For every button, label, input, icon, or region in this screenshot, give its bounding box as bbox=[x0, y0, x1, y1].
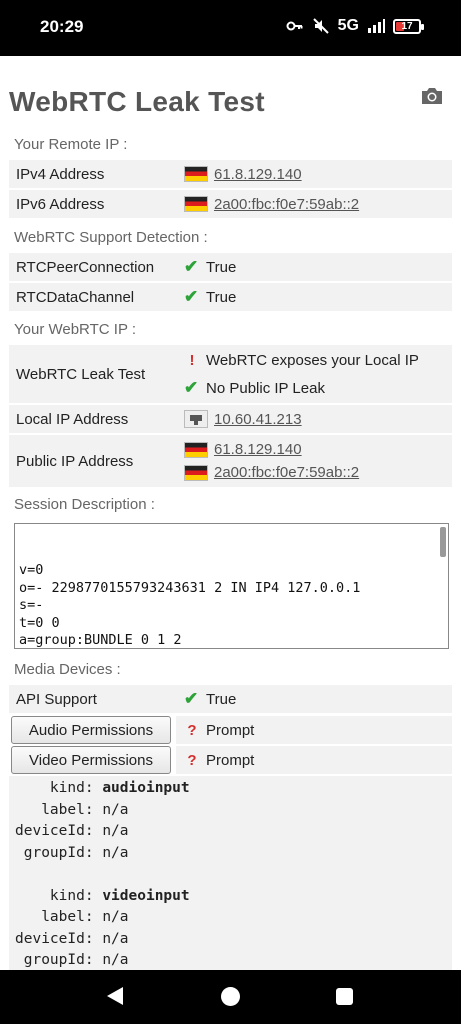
support-heading: WebRTC Support Detection : bbox=[14, 229, 208, 246]
media-heading: Media Devices : bbox=[14, 661, 121, 678]
video-permissions-button[interactable]: Video Permissions bbox=[11, 746, 171, 774]
ipv6-row: IPv6 Address 2a00:fbc:f0e7:59ab::2 bbox=[9, 190, 452, 218]
ipv4-link[interactable]: 61.8.129.140 bbox=[214, 166, 302, 183]
rtcdata-value-cell: ✔ True bbox=[176, 283, 452, 311]
device-label: n/a bbox=[102, 801, 129, 818]
public-ip-value-cell: 61.8.129.140 2a00:fbc:f0e7:59ab::2 bbox=[176, 435, 452, 487]
device-label-line: label: n/a bbox=[41, 909, 129, 925]
status-time: 20:29 bbox=[40, 17, 84, 36]
rtcdata-label: RTCDataChannel bbox=[9, 283, 173, 311]
ipv6-label: IPv6 Address bbox=[9, 190, 173, 218]
local-ip-row: Local IP Address 10.60.41.213 bbox=[9, 405, 452, 433]
video-permission-value: Prompt bbox=[206, 751, 255, 769]
video-permission-value-cell: ? Prompt bbox=[176, 746, 452, 774]
germany-flag-icon bbox=[184, 196, 208, 212]
navigation-bar bbox=[0, 970, 461, 1024]
home-icon[interactable] bbox=[221, 987, 240, 1006]
session-description-textarea[interactable]: v=0 o=- 2298770155793243631 2 IN IP4 127… bbox=[14, 523, 449, 649]
check-icon: ✔ bbox=[184, 257, 199, 276]
device-id-line: deviceId: n/a bbox=[15, 930, 129, 947]
leak-test-label: WebRTC Leak Test bbox=[9, 345, 173, 403]
ipv4-row: IPv4 Address 61.8.129.140 bbox=[9, 160, 452, 188]
signal-icon bbox=[368, 19, 385, 33]
ipv4-label: IPv4 Address bbox=[9, 160, 173, 188]
back-icon[interactable] bbox=[107, 987, 123, 1005]
device-kind: videoinput bbox=[102, 887, 190, 904]
camera-icon[interactable] bbox=[420, 86, 444, 106]
public-ip-row: Public IP Address 61.8.129.140 2a00:fbc:… bbox=[9, 435, 452, 487]
status-bar: 20:29 5G 17 bbox=[0, 0, 461, 56]
page-title: WebRTC Leak Test bbox=[9, 86, 265, 117]
warning-icon: ! bbox=[189, 351, 195, 369]
rtcpeer-value: True bbox=[206, 258, 237, 276]
rtcpeer-label: RTCPeerConnection bbox=[9, 253, 173, 281]
media-devices-list: kind: audioinput label: n/a deviceId: n/… bbox=[9, 776, 452, 970]
video-permission-row: Video Permissions ? Prompt bbox=[9, 746, 452, 774]
api-support-value-cell: ✔ True bbox=[176, 685, 452, 713]
check-icon: ✔ bbox=[184, 378, 199, 397]
public-ipv6-link[interactable]: 2a00:fbc:f0e7:59ab::2 bbox=[214, 464, 359, 481]
leak-test-value-cell: ! WebRTC exposes your Local IP ✔ No Public… bbox=[176, 345, 452, 403]
ipv6-value-cell: 2a00:fbc:f0e7:59ab::2 bbox=[176, 190, 452, 218]
audio-permission-value: Prompt bbox=[206, 721, 255, 739]
local-ip-label: Local IP Address bbox=[9, 405, 173, 433]
leak-test-row: WebRTC Leak Test ! WebRTC exposes your Lo… bbox=[9, 345, 452, 403]
network-type: 5G bbox=[337, 17, 359, 34]
device-group: n/a bbox=[102, 844, 129, 861]
api-support-value: True bbox=[206, 690, 237, 708]
rtcdata-value: True bbox=[206, 288, 237, 306]
rtcpeer-row: RTCPeerConnection ✔ True bbox=[9, 253, 452, 281]
question-icon: ? bbox=[187, 721, 197, 739]
device-id: n/a bbox=[102, 823, 129, 839]
device-kind: audioinput bbox=[102, 780, 190, 796]
device-label-line: label: n/a bbox=[41, 801, 129, 818]
remote-ip-heading: Your Remote IP : bbox=[14, 136, 128, 153]
public-ipv4-link[interactable]: 61.8.129.140 bbox=[214, 441, 302, 458]
audio-permission-row: Audio Permissions ? Prompt bbox=[9, 716, 452, 744]
session-heading: Session Description : bbox=[14, 496, 155, 513]
ipv6-link[interactable]: 2a00:fbc:f0e7:59ab::2 bbox=[214, 196, 359, 213]
public-ip-label: Public IP Address bbox=[9, 435, 173, 487]
session-description-text: v=0 o=- 2298770155793243631 2 IN IP4 127… bbox=[19, 562, 361, 648]
device-kind-line: kind: videoinput bbox=[49, 887, 190, 904]
device-label: n/a bbox=[102, 909, 129, 925]
germany-flag-icon bbox=[184, 166, 208, 182]
status-icons: 5G 17 bbox=[286, 17, 424, 35]
check-icon: ✔ bbox=[184, 689, 199, 708]
device-group: n/a bbox=[102, 952, 129, 968]
question-icon: ? bbox=[187, 751, 197, 769]
leak-local-text: WebRTC exposes your Local IP bbox=[206, 351, 419, 369]
audio-permission-value-cell: ? Prompt bbox=[176, 716, 452, 744]
local-ip-link[interactable]: 10.60.41.213 bbox=[214, 411, 302, 428]
mute-icon bbox=[312, 18, 329, 34]
rtcdata-row: RTCDataChannel ✔ True bbox=[9, 283, 452, 311]
germany-flag-icon bbox=[184, 441, 208, 458]
rtcpeer-value-cell: ✔ True bbox=[176, 253, 452, 281]
device-id: n/a bbox=[102, 930, 129, 947]
recent-apps-icon[interactable] bbox=[336, 988, 353, 1005]
webrtc-ip-heading: Your WebRTC IP : bbox=[14, 321, 137, 338]
battery-icon: 17 bbox=[393, 18, 424, 34]
germany-flag-icon bbox=[184, 464, 208, 481]
check-icon: ✔ bbox=[184, 287, 199, 306]
key-icon bbox=[286, 21, 303, 31]
api-support-row: API Support ✔ True bbox=[9, 685, 452, 713]
page-content: WebRTC Leak Test Your Remote IP : IPv4 A… bbox=[0, 56, 461, 970]
local-ip-value-cell: 10.60.41.213 bbox=[176, 405, 452, 433]
device-group-line: groupId: n/a bbox=[23, 844, 129, 861]
lan-icon bbox=[184, 410, 208, 428]
leak-public-text: No Public IP Leak bbox=[206, 379, 325, 397]
device-kind-line: kind: audioinput bbox=[49, 780, 190, 796]
api-support-label: API Support bbox=[9, 685, 173, 713]
device-id-line: deviceId: n/a bbox=[15, 823, 129, 839]
device-group-line: groupId: n/a bbox=[23, 952, 129, 968]
textarea-scrollbar[interactable] bbox=[440, 527, 446, 557]
audio-permissions-button[interactable]: Audio Permissions bbox=[11, 716, 171, 744]
ipv4-value-cell: 61.8.129.140 bbox=[176, 160, 452, 188]
